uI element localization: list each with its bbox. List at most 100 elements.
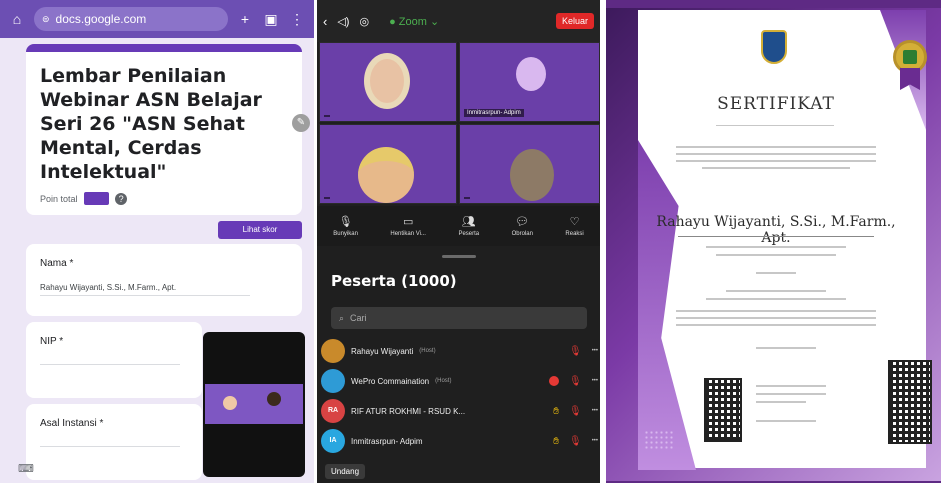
text-line bbox=[726, 290, 826, 292]
home-icon[interactable]: ⌂ bbox=[8, 11, 26, 27]
video-tile[interactable] bbox=[319, 124, 457, 204]
text-line bbox=[706, 298, 846, 300]
question-label: NIP * bbox=[40, 336, 64, 347]
text-line bbox=[676, 160, 876, 162]
participant-name: Inmitrasrpun- Adpim bbox=[351, 436, 423, 446]
sheet-drag-handle[interactable] bbox=[442, 255, 476, 258]
raised-hand-icon: ✋︎ bbox=[553, 405, 559, 417]
certificate-image: SERTIFIKAT Rahayu Wijayanti, S.Si., M.Fa… bbox=[606, 0, 941, 483]
more-options-icon[interactable]: ••• bbox=[592, 438, 598, 444]
text-line bbox=[676, 310, 876, 312]
participant-role: (Host) bbox=[435, 378, 452, 384]
tool-label: Bunyikan bbox=[333, 231, 358, 237]
participants-button[interactable]: 👥︎ Peserta bbox=[458, 215, 479, 237]
unmute-button[interactable]: 🎙︎ Bunyikan bbox=[333, 215, 358, 237]
reactions-button[interactable]: ♡ Reaksi bbox=[565, 215, 583, 237]
more-options-icon[interactable]: ••• bbox=[592, 348, 598, 354]
zoom-picture-in-picture[interactable] bbox=[203, 332, 305, 477]
new-tab-icon[interactable]: + bbox=[236, 11, 254, 27]
qr-code-icon bbox=[888, 360, 932, 444]
participant-name: RIF ATUR ROKHMI - RSUD K... bbox=[351, 406, 466, 416]
qr-code-icon bbox=[704, 378, 742, 442]
points-badge bbox=[83, 192, 110, 205]
tile-name-label bbox=[324, 197, 330, 199]
chat-button[interactable]: 💬︎ Obrolan bbox=[512, 215, 533, 237]
mic-muted-icon: 🎙︎ bbox=[568, 405, 582, 417]
tile-name-label bbox=[324, 115, 330, 117]
participant-row[interactable]: WePro Commaination (Host) 🎙︎ ••• bbox=[321, 368, 600, 394]
text-line bbox=[676, 324, 876, 326]
speaker-face bbox=[267, 392, 281, 406]
keyboard-icon[interactable]: ⌨ bbox=[18, 462, 34, 475]
heart-icon: ♡ bbox=[569, 216, 580, 228]
text-line bbox=[756, 401, 806, 403]
google-form-screenshot: ⌂ ⊜ docs.google.com + ▣ ⋮ Lembar Penilai… bbox=[0, 0, 314, 483]
province-crest-logo bbox=[761, 30, 787, 64]
form-title: Lembar Penilaian Webinar ASN Belajar Ser… bbox=[40, 65, 262, 183]
browser-toolbar: ⌂ ⊜ docs.google.com + ▣ ⋮ bbox=[0, 0, 314, 38]
answer-field[interactable] bbox=[40, 361, 180, 365]
site-info-icon[interactable]: ⊜ bbox=[42, 14, 50, 25]
speaker-face bbox=[223, 396, 237, 410]
edit-icon[interactable]: ✎ bbox=[292, 114, 310, 132]
award-badge-emblem bbox=[903, 50, 917, 64]
text-line bbox=[702, 167, 850, 169]
speaker-icon[interactable]: ◁) bbox=[337, 15, 349, 28]
participant-status: ✋︎ 🎙︎ ••• bbox=[553, 406, 600, 417]
question-label: Nama * bbox=[40, 258, 74, 269]
more-options-icon[interactable]: ••• bbox=[592, 378, 598, 384]
participant-status: 🎙︎ ••• bbox=[548, 376, 600, 387]
participant-avatar: IA bbox=[321, 429, 345, 453]
stop-video-button[interactable]: ▭ Hentikan Vi... bbox=[390, 215, 426, 237]
mic-muted-icon: 🎙︎ bbox=[568, 345, 582, 357]
participants-title: Peserta (1000) bbox=[331, 272, 457, 290]
decorative-dots bbox=[644, 430, 674, 450]
pip-video bbox=[205, 384, 303, 424]
participant-video bbox=[364, 53, 410, 109]
participant-avatar: RA bbox=[321, 399, 345, 423]
text-line bbox=[706, 246, 846, 248]
tabs-icon[interactable]: ▣ bbox=[262, 11, 280, 28]
recipient-underline bbox=[678, 236, 874, 237]
mic-icon: 🎙︎ bbox=[338, 216, 353, 228]
help-icon[interactable]: ? bbox=[115, 192, 128, 205]
text-line bbox=[676, 317, 876, 319]
zoom-label[interactable]: ● Zoom ⌄ bbox=[389, 15, 439, 28]
view-score-button[interactable]: Lihat skor bbox=[218, 221, 302, 239]
video-tile[interactable]: Inmitrasrpun- Adpim bbox=[459, 42, 600, 122]
answer-field[interactable] bbox=[40, 443, 180, 447]
text-line bbox=[716, 125, 834, 126]
participant-row[interactable]: RA RIF ATUR ROKHMI - RSUD K... ✋︎ 🎙︎ ••• bbox=[321, 398, 600, 424]
form-header-card: Lembar Penilaian Webinar ASN Belajar Ser… bbox=[26, 44, 302, 215]
chat-icon: 💬︎ bbox=[515, 216, 530, 228]
text-line bbox=[756, 393, 826, 395]
participant-status: 🎙︎ ••• bbox=[569, 346, 600, 357]
more-menu-icon[interactable]: ⋮ bbox=[288, 11, 306, 28]
text-line bbox=[756, 385, 826, 387]
leave-button[interactable]: Keluar bbox=[555, 13, 594, 29]
back-icon[interactable]: ‹ bbox=[323, 14, 327, 29]
video-off-icon bbox=[548, 376, 559, 386]
participant-row[interactable]: IA Inmitrasrpun- Adpim ✋︎ 🎙︎ ••• bbox=[321, 428, 600, 454]
invite-button[interactable]: Undang bbox=[325, 464, 366, 479]
text-line bbox=[676, 146, 876, 148]
camera-switch-icon[interactable]: ◎ bbox=[359, 15, 369, 28]
participant-row[interactable]: Rahayu Wijayanti (Host) 🎙︎ ••• bbox=[321, 338, 600, 364]
recipient-name: Rahayu Wijayanti, S.Si., M.Farm., Apt. bbox=[656, 214, 896, 246]
zoom-toolbar: 🎙︎ Bunyikan ▭ Hentikan Vi... 👥︎ Peserta … bbox=[317, 206, 600, 246]
answer-field[interactable]: Rahayu Wijayanti, S.Si., M.Farm., Apt. bbox=[40, 283, 250, 296]
address-bar[interactable]: ⊜ docs.google.com bbox=[34, 7, 228, 31]
tool-label: Peserta bbox=[458, 231, 480, 237]
video-tile[interactable] bbox=[319, 42, 457, 122]
raised-hand-icon: ✋︎ bbox=[553, 435, 559, 447]
zoom-meeting-screenshot: ‹ ◁) ◎ ● Zoom ⌄ Keluar Inmitrasrpun- Adp… bbox=[317, 0, 600, 483]
more-options-icon[interactable]: ••• bbox=[592, 408, 598, 414]
video-tile[interactable] bbox=[459, 124, 600, 204]
url-text: docs.google.com bbox=[55, 12, 147, 26]
participant-avatar bbox=[358, 147, 414, 203]
tool-label: Hentikan Vi... bbox=[390, 231, 426, 237]
zoom-top-bar: ‹ ◁) ◎ ● Zoom ⌄ Keluar bbox=[317, 0, 600, 42]
participant-avatar bbox=[321, 369, 345, 393]
decorative-wave bbox=[638, 140, 696, 470]
participant-search-input[interactable]: ⌕ Cari bbox=[331, 307, 587, 329]
